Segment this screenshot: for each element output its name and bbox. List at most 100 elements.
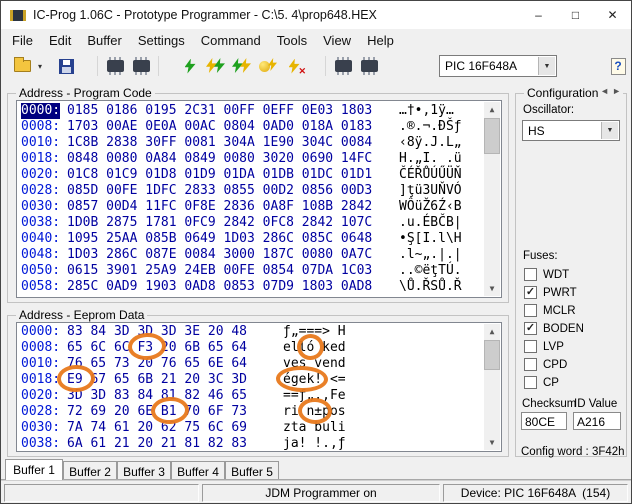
hex-address[interactable]: 0038: [21,436,60,451]
hex-bytes[interactable]: 7A 74 61 20 62 75 6C 69 [67,420,247,436]
hex-bytes[interactable]: 76 65 73 20 76 65 6E 64 [67,356,247,372]
hex-row[interactable]: 0038: 1D0B 2875 1781 0FC9 2842 0FC8 2842 … [17,215,501,231]
menu-buffer[interactable]: Buffer [79,31,129,50]
hex-address[interactable]: 0018: [21,372,60,388]
hex-row[interactable]: 0020: 01C8 01C9 01D8 01D9 01DA 01DB 01DC … [17,167,501,183]
fuse-cpd-checkbox[interactable] [524,358,537,371]
eeprom-scrollbar[interactable]: ▲ ▼ [484,324,500,450]
fuse-pwrt-checkbox[interactable]: ✓ [524,286,537,299]
hex-ascii[interactable]: \Ů.ŘSŮ.Ř [399,279,462,295]
open-dropdown-button[interactable]: ▾ [35,62,45,71]
help-button[interactable]: ? [605,54,631,78]
hex-row[interactable]: 0028: 085D 00FE 1DFC 2833 0855 00D2 0856 … [17,183,501,199]
hex-bytes[interactable]: 1C8B 2838 30FF 0081 304A 1E90 304C 0084 [67,135,372,151]
hex-address[interactable]: 0058: [21,279,60,295]
hex-address[interactable]: 0010: [21,356,60,372]
hex-ascii[interactable]: H.„I. .ü [399,151,462,167]
scroll-thumb[interactable] [484,340,500,370]
hex-address[interactable]: 0050: [21,263,60,279]
scroll-up-button[interactable]: ▲ [484,324,500,339]
fuse-cpd[interactable]: CPD [524,358,584,371]
fuse-boden[interactable]: ✓ BODEN [524,322,584,335]
hex-address[interactable]: 0030: [21,199,60,215]
hex-bytes[interactable]: 01C8 01C9 01D8 01D9 01DA 01DB 01DC 01D1 [67,167,372,183]
scroll-down-button[interactable]: ▼ [484,281,500,296]
fuse-boden-checkbox[interactable]: ✓ [524,322,537,335]
hex-ascii[interactable]: WÔüŽ6Ź‹B [399,199,462,215]
minimize-button[interactable]: – [520,1,557,29]
hex-address[interactable]: 0000: [21,324,60,340]
fuse-cp[interactable]: CP [524,376,584,389]
hex-row[interactable]: 0040: 1095 25AA 085B 0649 1D03 286C 085C … [17,231,501,247]
hex-address[interactable]: 0018: [21,151,60,167]
fuse-wdt[interactable]: WDT [524,268,584,281]
program-code-hexview[interactable]: 0000: 0185 0186 0195 2C31 00FF 0EFF 0E03 … [16,100,502,298]
tab-buffer-1[interactable]: Buffer 1 [5,459,63,480]
write-code-button[interactable] [128,54,154,78]
tab-buffer-4[interactable]: Buffer 4 [171,461,225,479]
hex-ascii[interactable]: .u.ÉBČB| [399,215,462,231]
menu-help[interactable]: Help [359,31,402,50]
hex-address[interactable]: 0048: [21,247,60,263]
device-select[interactable]: PIC 16F648A ▼ [439,55,557,77]
hex-bytes[interactable]: 0848 0080 0A84 0849 0080 3020 0690 14FC [67,151,372,167]
hex-bytes[interactable]: 1D0B 2875 1781 0FC9 2842 0FC8 2842 107C [67,215,372,231]
hex-address[interactable]: 0040: [21,231,60,247]
fuse-mclr-checkbox[interactable] [524,304,537,317]
hex-ascii[interactable]: …†•,1ÿ… [399,103,454,119]
hex-row[interactable]: 0048: 1D03 286C 087E 0084 3000 187C 0080 … [17,247,501,263]
read-all-button[interactable] [203,54,229,78]
menu-command[interactable]: Command [193,31,269,50]
menu-view[interactable]: View [315,31,359,50]
hex-address[interactable]: 0028: [21,404,60,420]
erase-button[interactable] [255,54,281,78]
hex-ascii[interactable]: ČÉŘŮÚŰÜŇ [399,167,462,183]
hex-bytes[interactable]: 1095 25AA 085B 0649 1D03 286C 085C 0648 [67,231,372,247]
menu-settings[interactable]: Settings [130,31,193,50]
hex-row[interactable]: 0008: 1703 00AE 0E0A 00AC 0804 0AD0 018A … [17,119,501,135]
hex-ascii[interactable]: •Ş[I.l\H [399,231,462,247]
fuse-pwrt[interactable]: ✓ PWRT [524,286,584,299]
tab-buffer-2[interactable]: Buffer 2 [63,461,117,479]
menu-edit[interactable]: Edit [41,31,79,50]
hex-row[interactable]: 0050: 0615 3901 25A9 24EB 00FE 0854 07DA … [17,263,501,279]
hex-row[interactable]: 0028: 72 69 20 6E B1 70 6F 73 ri n±pos [17,404,501,420]
hex-address[interactable]: 0008: [21,119,60,135]
verify-button[interactable] [229,54,255,78]
hex-address[interactable]: 0008: [21,340,60,356]
read-code-button[interactable] [102,54,128,78]
program-all-button[interactable] [177,54,203,78]
hex-row[interactable]: 0038: 6A 61 21 20 21 81 82 83 ja! !.‚ƒ [17,436,501,451]
hex-ascii[interactable]: ]ţü3UŇVÓ [399,183,462,199]
hex-row[interactable]: 0010: 1C8B 2838 30FF 0081 304A 1E90 304C … [17,135,501,151]
hex-bytes[interactable]: 285C 0AD9 1903 0AD8 0853 07D9 1803 0AD8 [67,279,372,295]
scroll-down-button[interactable]: ▼ [484,435,500,450]
save-button[interactable] [53,54,79,78]
hex-bytes[interactable]: 0857 00D4 11FC 0F8E 2836 0A8F 108B 2842 [67,199,372,215]
config-next-button[interactable]: ► [612,86,621,96]
hex-address[interactable]: 0000: [21,103,61,119]
hex-ascii[interactable]: ..©ëţTÚ. [399,263,462,279]
hex-bytes[interactable]: 6A 61 21 20 21 81 82 83 [67,436,247,451]
fuse-lvp-checkbox[interactable] [524,340,537,353]
hex-ascii[interactable]: .®.¬.ĐŠƒ [399,119,462,135]
hex-address[interactable]: 0038: [21,215,60,231]
maximize-button[interactable]: □ [557,1,594,29]
fuse-cp-checkbox[interactable] [524,376,537,389]
hex-address[interactable]: 0030: [21,420,60,436]
tab-buffer-5[interactable]: Buffer 5 [225,461,279,479]
hardware-check-button[interactable] [356,54,382,78]
hex-bytes[interactable]: 0615 3901 25A9 24EB 00FE 0854 07DA 1C03 [67,263,372,279]
code-compare-button[interactable] [330,54,356,78]
open-file-button[interactable] [9,54,35,78]
hex-address[interactable]: 0020: [21,388,60,404]
hex-row[interactable]: 0020: 3D 3D 83 84 81 82 46 65 ==ƒ„.‚Fe [17,388,501,404]
menu-tools[interactable]: Tools [269,31,315,50]
blank-check-button[interactable]: ✕ [281,54,307,78]
fuse-lvp[interactable]: LVP [524,340,584,353]
fuse-mclr[interactable]: MCLR [524,304,584,317]
hex-row[interactable]: 0058: 285C 0AD9 1903 0AD8 0853 07D9 1803 … [17,279,501,295]
hex-row[interactable]: 0000: 83 84 3D 3D 3D 3E 20 48 ƒ„===> H [17,324,501,340]
hex-ascii[interactable]: ja! !.‚ƒ [283,436,346,451]
close-button[interactable]: ✕ [594,1,631,29]
